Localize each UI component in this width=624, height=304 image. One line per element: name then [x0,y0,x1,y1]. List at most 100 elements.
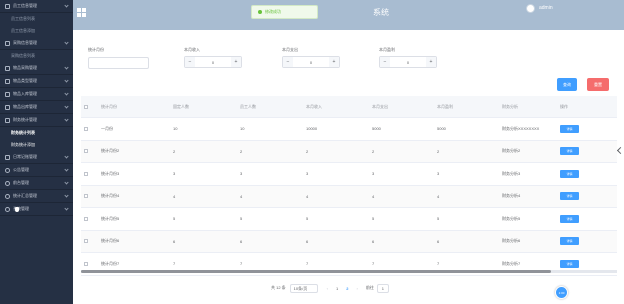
increase-button[interactable]: + [426,57,436,67]
page-size-select[interactable]: 10条/页 [289,283,318,293]
sidebar-item-label: 物品出库管理 [13,104,37,109]
detail-button[interactable]: 详情 [560,214,579,223]
sidebar-item[interactable]: 财务统计列表 [0,127,73,139]
table-cell: 6 [306,238,309,244]
table-cell: 5 [437,216,440,222]
chevron-left-icon[interactable] [616,146,624,155]
detail-button[interactable]: 详情 [560,237,579,246]
detail-button[interactable]: 详情 [560,169,579,178]
increase-button[interactable]: + [329,57,339,67]
action-cell: 详情 [560,169,592,178]
next-page-icon[interactable]: › [356,286,357,291]
table-row: 统计月份3 3 3 3 3 3 财务分析3 详情 [81,163,617,186]
success-icon [258,10,262,14]
action-cell: 详情 [560,259,592,268]
toast-message: 修改成功 [265,9,281,14]
table-cell: 2 [372,148,375,154]
row-checkbox[interactable] [84,126,88,131]
row-checkbox[interactable] [84,104,88,109]
row-checkbox[interactable] [84,149,88,154]
detail-button[interactable]: 详情 [560,192,579,201]
user-name[interactable]: admin [539,5,553,11]
column-header: 操作 [560,103,568,109]
goto-input[interactable]: 1 [376,283,389,293]
income-value[interactable]: 0 [195,60,231,65]
sidebar-item[interactable]: 员工信息列表 [0,13,73,25]
mouse-cursor [15,207,19,212]
main-content: 统计月份 本月收入 − 0 + 本月支出 − 0 + 本月盈利 − 0 + 查询… [73,30,624,304]
profit-stepper[interactable]: − 0 + [379,56,437,68]
menu-grid-icon[interactable] [77,8,86,17]
table-cell: 7 [437,261,440,267]
table-cell: 7 [306,261,309,267]
sidebar-item[interactable]: 物品采购管理 [0,62,73,75]
sidebar-item[interactable]: 采购信息列表 [0,50,73,62]
chevron-down-icon [64,65,69,70]
query-button[interactable]: 查询 [557,78,577,91]
avatar[interactable] [526,4,535,13]
row-checkbox[interactable] [84,216,88,221]
sidebar-item[interactable]: 公告管理 [0,164,73,177]
page-1[interactable]: 1 [336,286,338,291]
prev-page-icon[interactable]: ‹ [327,286,328,291]
detail-button[interactable]: 详情 [560,124,579,133]
table-cell: 5 [372,216,375,222]
chevron-down-icon [64,193,69,198]
table-cell: 2 [240,148,243,154]
row-checkbox[interactable] [84,194,88,199]
sidebar-item[interactable]: 系统管理 [0,203,73,216]
profit-value[interactable]: 0 [390,60,426,65]
reset-button[interactable]: 重置 [587,78,609,91]
system-title: 系统 [373,8,389,17]
increase-button[interactable]: + [231,57,241,67]
table-cell: 5 [240,216,243,222]
sidebar-item[interactable]: 员工信息管理 [0,0,73,13]
decrease-button[interactable]: − [380,57,390,67]
table-row: 统计月份4 4 4 4 4 4 财务分析4 详情 [81,185,617,208]
horizontal-scrollbar[interactable] [81,270,617,273]
menu-item-icon [5,78,10,84]
table-cell: 2 [306,148,309,154]
table-cell: 财务分析2 [502,148,521,154]
detail-button[interactable]: 详情 [560,147,579,156]
table-cell: 2 [437,148,440,154]
sidebar-item[interactable]: 前台管理 [0,177,73,190]
sidebar-item[interactable]: 日常记账管理 [0,151,73,164]
float-button[interactable]: 1:00 [555,286,568,299]
action-cell: 详情 [560,237,592,246]
income-stepper[interactable]: − 0 + [184,56,242,68]
sidebar-item[interactable]: 物品出库管理 [0,101,73,114]
table-cell: 5 [306,216,309,222]
sidebar-item[interactable]: 财务统计管理 [0,114,73,127]
table-cell: 统计月份6 [101,238,120,244]
sidebar-item[interactable]: 采购信息管理 [0,37,73,50]
table-cell: 财务分析4 [502,193,521,199]
table-cell: 统计月份7 [101,260,120,266]
sidebar-item[interactable]: 物品入库管理 [0,88,73,101]
decrease-button[interactable]: − [283,57,293,67]
scroll-thumb[interactable] [81,270,551,273]
table-cell: 3 [173,171,176,177]
sidebar-item[interactable]: 统计汇总管理 [0,190,73,203]
menu-item-icon [5,117,10,123]
sidebar-item[interactable]: 财务统计添加 [0,139,73,151]
sidebar-item[interactable]: 员工信息添加 [0,25,73,37]
month-input[interactable] [88,57,149,69]
expense-stepper[interactable]: − 0 + [282,56,340,68]
sidebar-item-label: 物品类型管理 [13,78,37,83]
table-cell: 10 [173,126,178,132]
decrease-button[interactable]: − [185,57,195,67]
row-checkbox[interactable] [84,261,88,266]
row-checkbox[interactable] [84,171,88,176]
detail-button[interactable]: 详情 [560,259,579,268]
table-cell: 4 [306,193,309,199]
column-header: 财务分析 [502,103,518,109]
table-cell: 统计月份2 [101,148,120,154]
sidebar-item[interactable]: 物品类型管理 [0,75,73,88]
table-row: 统计月份5 5 5 5 5 5 财务分析5 详情 [81,208,617,231]
chevron-down-icon [64,206,69,211]
row-checkbox[interactable] [84,239,88,244]
sidebar: 员工信息管理 员工信息列表 员工信息添加 采购信息管理 采购信息列表 物品采购管理物品类型… [0,0,73,304]
expense-value[interactable]: 0 [293,60,329,65]
page-2[interactable]: 2 [346,286,348,291]
